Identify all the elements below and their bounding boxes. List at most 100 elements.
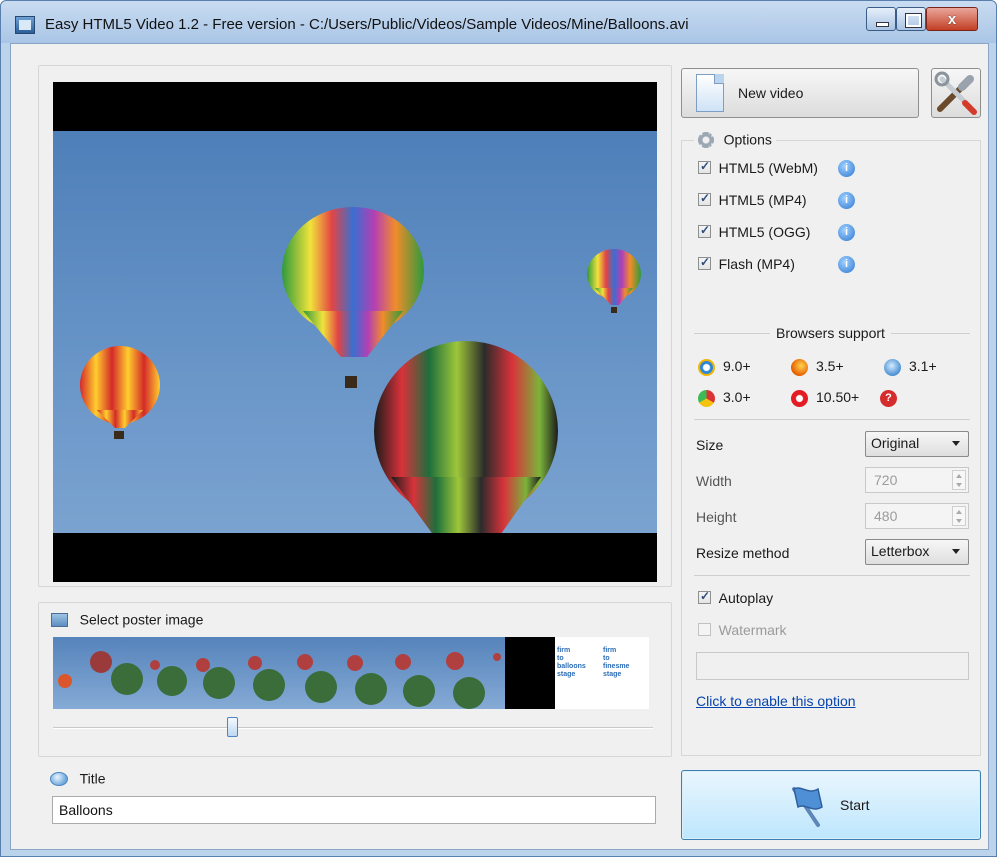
chevron-down-icon — [952, 441, 960, 446]
format-webm-row[interactable]: HTML5 (WebM) — [698, 159, 818, 179]
poster-slider-track[interactable] — [53, 727, 653, 729]
browser-opera: 10.50+ — [791, 389, 859, 407]
info-icon[interactable]: i — [838, 224, 855, 241]
divider — [694, 419, 970, 420]
height-field: 480 — [865, 503, 969, 529]
autoplay-row[interactable]: Autoplay — [698, 589, 773, 609]
title-bar[interactable]: Easy HTML5 Video 1.2 - Free version - C:… — [1, 1, 996, 43]
autoplay-checkbox[interactable] — [698, 589, 711, 605]
watermark-checkbox — [698, 623, 711, 637]
height-spinner-arrows — [952, 506, 966, 526]
filmstrip-balloons — [58, 651, 501, 709]
video-frame — [53, 131, 657, 533]
start-button[interactable]: Start — [681, 770, 981, 840]
new-video-button[interactable]: New video — [681, 68, 919, 118]
format-mp4-checkbox[interactable] — [698, 191, 711, 207]
format-mp4-row[interactable]: HTML5 (MP4) — [698, 191, 807, 211]
format-flash-row[interactable]: Flash (MP4) — [698, 255, 795, 275]
help-icon[interactable]: ? — [880, 389, 897, 407]
tools-icon — [934, 71, 977, 115]
video-preview — [53, 82, 657, 582]
browser-ie: 9.0+ — [698, 358, 751, 376]
format-ogg-checkbox[interactable] — [698, 223, 711, 239]
poster-header: Select poster image — [51, 611, 203, 629]
browser-chrome: 3.0+ — [698, 389, 751, 407]
browser-ie-version: 9.0+ — [723, 358, 751, 374]
height-label: Height — [696, 509, 737, 525]
ie-icon — [698, 358, 715, 376]
width-value: 720 — [874, 472, 898, 488]
height-value: 480 — [874, 508, 898, 524]
title-label: Title — [79, 770, 106, 787]
enable-watermark-link[interactable]: Click to enable this option — [696, 693, 856, 709]
client-area: Select poster image firm to balloons sta… — [10, 43, 989, 850]
info-icon[interactable]: i — [838, 256, 855, 273]
gear-icon — [698, 131, 714, 148]
title-header: Title — [50, 770, 106, 787]
format-mp4-label: HTML5 (MP4) — [718, 191, 807, 208]
divider — [694, 575, 970, 576]
maximize-button[interactable] — [896, 7, 926, 31]
browser-safari-version: 3.1+ — [909, 358, 937, 374]
width-spinner-arrows — [952, 470, 966, 490]
opera-icon — [791, 389, 808, 407]
format-webm-checkbox[interactable] — [698, 159, 711, 175]
flag-icon — [792, 787, 823, 827]
filmstrip-title-frames[interactable]: firm to balloons stage firm to finesme s… — [555, 637, 649, 709]
poster-filmstrip[interactable]: firm to balloons stage firm to finesme s… — [53, 637, 649, 709]
format-ogg-row[interactable]: HTML5 (OGG) — [698, 223, 810, 243]
resize-method-value: Letterbox — [871, 543, 930, 559]
watermark-row: Watermark — [698, 621, 787, 641]
options-label: Options — [723, 131, 772, 148]
width-field: 720 — [865, 467, 969, 493]
close-icon: x — [947, 11, 957, 28]
browser-firefox: 3.5+ — [791, 358, 844, 376]
new-video-label: New video — [738, 85, 804, 101]
info-icon[interactable]: i — [838, 192, 855, 209]
browser-chrome-version: 3.0+ — [723, 389, 751, 405]
image-icon — [51, 612, 68, 627]
watermark-label: Watermark — [718, 621, 787, 638]
browser-help[interactable]: ? — [880, 389, 905, 407]
size-select[interactable]: Original — [865, 431, 969, 457]
browser-safari: 3.1+ — [884, 358, 937, 376]
filmstrip-text-2: firm to finesme stage — [603, 647, 630, 678]
browser-firefox-version: 3.5+ — [816, 358, 844, 374]
title-group: Title — [38, 768, 672, 838]
watermark-input — [696, 652, 969, 680]
safari-icon — [884, 358, 901, 376]
minimize-button[interactable] — [866, 7, 896, 31]
width-label: Width — [696, 473, 732, 489]
poster-label: Select poster image — [79, 611, 204, 628]
options-header: Options — [694, 131, 776, 148]
filmstrip-black-frame[interactable] — [505, 637, 555, 709]
chevron-down-icon — [952, 549, 960, 554]
settings-button[interactable] — [931, 68, 981, 118]
format-webm-label: HTML5 (WebM) — [718, 159, 818, 176]
size-select-value: Original — [871, 435, 920, 451]
new-document-icon — [696, 74, 724, 112]
filmstrip-text-1: firm to balloons stage — [557, 647, 586, 678]
format-flash-checkbox[interactable] — [698, 255, 711, 271]
speech-bubble-icon — [50, 771, 68, 786]
firefox-icon — [791, 358, 808, 376]
browser-opera-version: 10.50+ — [816, 389, 860, 405]
resize-method-select[interactable]: Letterbox — [865, 539, 969, 565]
browsers-support-separator: Browsers support — [694, 325, 970, 341]
poster-group: Select poster image firm to balloons sta… — [38, 602, 672, 757]
balloons-image — [80, 207, 641, 533]
browsers-support-label: Browsers support — [770, 325, 891, 341]
info-icon[interactable]: i — [838, 160, 855, 177]
size-label: Size — [696, 437, 724, 453]
close-button[interactable]: x — [926, 7, 978, 31]
poster-slider-thumb[interactable] — [227, 717, 238, 737]
app-icon — [15, 16, 35, 34]
window-title: Easy HTML5 Video 1.2 - Free version - C:… — [45, 16, 689, 33]
options-panel: Options HTML5 (WebM) i HTML5 (MP4) i HTM… — [681, 131, 981, 756]
title-input[interactable] — [52, 796, 656, 824]
format-ogg-label: HTML5 (OGG) — [718, 223, 811, 240]
format-flash-label: Flash (MP4) — [718, 255, 795, 272]
filmstrip-frames[interactable] — [53, 637, 505, 709]
autoplay-label: Autoplay — [718, 589, 774, 606]
video-preview-group — [38, 65, 672, 587]
